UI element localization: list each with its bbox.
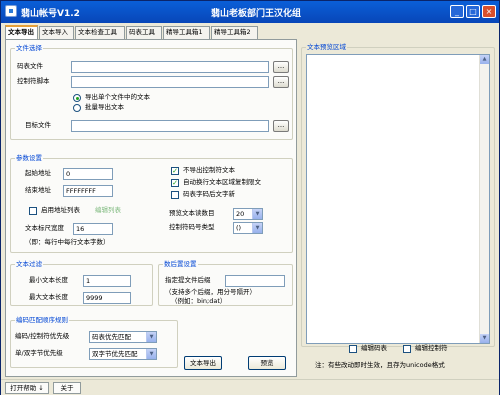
edit-control-checkbox[interactable] xyxy=(403,345,411,353)
open-help-button[interactable]: 打开帮助 ↓ xyxy=(5,382,49,394)
params-group: 参数设置 起始地址 0 结束地址 FFFFFFFF 启用地址列表 编辑列表 文本… xyxy=(10,154,293,253)
ext-label: 指定提文件后缀 xyxy=(165,276,211,284)
max-len-input[interactable]: 9999 xyxy=(83,292,131,304)
control-type-value: () xyxy=(236,224,242,232)
postprocess-group: 数后置设置 指定提文件后缀 （支持多个后缀，用分号隔开） （例如：bin;dat… xyxy=(158,260,293,306)
priority-legend: 编码匹配顺序规则 xyxy=(15,316,69,324)
postprocess-legend: 数后置设置 xyxy=(163,260,198,268)
preview-legend: 文本预览区域 xyxy=(306,43,347,51)
preview-scrollbar[interactable]: ▲ ▼ xyxy=(479,55,489,343)
start-addr-label: 起始地址 xyxy=(25,169,51,177)
chevron-down-icon: ▼ xyxy=(252,209,262,219)
preview-textarea[interactable]: ▲ ▼ xyxy=(306,54,490,344)
edit-control-label: 编辑控制符 xyxy=(415,344,448,352)
autowrap-checkbox[interactable]: ✓ xyxy=(171,179,179,187)
target-file-input[interactable] xyxy=(71,120,269,132)
scroll-up-icon[interactable]: ▲ xyxy=(480,55,489,64)
close-button[interactable]: × xyxy=(482,5,496,18)
ext-example: （例如：bin;dat） xyxy=(171,297,227,305)
end-addr-input[interactable]: FFFFFFFF xyxy=(63,185,113,197)
control-script-input[interactable] xyxy=(71,76,269,88)
codetable-browse-button[interactable]: ... xyxy=(273,61,289,73)
status-bar: 打开帮助 ↓ 关于 xyxy=(1,379,499,395)
app-icon xyxy=(5,5,17,17)
tab-toolbox-2[interactable]: 精导工具箱2 xyxy=(211,26,258,39)
chevron-down-icon: ▼ xyxy=(252,223,262,233)
tab-text-export[interactable]: 文本导出 xyxy=(5,25,38,39)
addr-list-checkbox[interactable] xyxy=(29,207,37,215)
preview-button[interactable]: 预览 xyxy=(248,356,286,370)
preview-pane: 文本预览区域 ▲ ▼ 编辑码表 编辑控制符 注：有些改动即时生效，且存为unic… xyxy=(301,39,497,377)
priority-row2-value: 双字节优先匹配 xyxy=(92,350,138,358)
radio-single-file-label: 导出单个文件中的文本 xyxy=(85,93,150,101)
app-window: 翡山帐号V1.2 翡山老板部门王汉化组 _ □ × 文本导出 文本导入 文本检查… xyxy=(0,0,500,395)
target-file-label: 目标文件 xyxy=(25,121,51,129)
radio-single-file[interactable] xyxy=(73,94,81,102)
text-filter-group: 文本过滤 最小文本长度 1 最大文本长度 9999 xyxy=(10,260,153,306)
tab-codetable-tools[interactable]: 码表工具 xyxy=(126,26,162,39)
export-panel: 文件选择 码表文件 ... 控制符脚本 ... 导出单个文件中的文本 批量导出文… xyxy=(5,39,297,377)
target-file-browse-button[interactable]: ... xyxy=(273,120,289,132)
about-button[interactable]: 关于 xyxy=(53,382,81,394)
preview-note: 注：有些改动即时生效，且存为unicode格式 xyxy=(315,361,445,369)
preview-count-value: 20 xyxy=(236,210,245,218)
priority-row2-label: 单/双字节优先级 xyxy=(15,349,63,357)
control-type-select[interactable]: () ▼ xyxy=(233,222,263,234)
end-addr-label: 结束地址 xyxy=(25,186,51,194)
chevron-down-icon: ▼ xyxy=(146,332,156,342)
codetable-input[interactable] xyxy=(71,61,269,73)
minimize-button[interactable]: _ xyxy=(450,5,464,18)
title-bar[interactable]: 翡山帐号V1.2 翡山老板部门王汉化组 _ □ × xyxy=(1,1,499,23)
encoding-label: 码表字码后文字新 xyxy=(183,190,235,198)
scroll-down-icon[interactable]: ▼ xyxy=(480,334,489,343)
priority-row1-value: 码表优先匹配 xyxy=(92,333,131,341)
chevron-down-icon: ▼ xyxy=(146,349,156,359)
window-title: 翡山帐号V1.2 xyxy=(21,9,80,19)
tab-text-import[interactable]: 文本导入 xyxy=(39,26,74,39)
no-export-control-checkbox[interactable]: ✓ xyxy=(171,167,179,175)
ruler-width-note: （即：每行中每行文本字数） xyxy=(25,238,110,246)
codetable-label: 码表文件 xyxy=(17,62,43,70)
window-subtitle: 翡山老板部门王汉化组 xyxy=(211,9,302,19)
addr-list-label: 启用地址列表 xyxy=(41,206,80,214)
file-select-legend: 文件选择 xyxy=(15,44,43,52)
export-button[interactable]: 文本导出 xyxy=(184,356,222,370)
preview-group: 文本预览区域 ▲ ▼ xyxy=(301,43,495,347)
control-script-label: 控制符脚本 xyxy=(17,77,50,85)
tab-text-check[interactable]: 文本检查工具 xyxy=(75,26,125,39)
maximize-button[interactable]: □ xyxy=(466,5,480,18)
text-filter-legend: 文本过滤 xyxy=(15,260,43,268)
edit-codetable-checkbox[interactable] xyxy=(349,345,357,353)
min-len-label: 最小文本长度 xyxy=(29,276,68,284)
priority-row1-label: 编码/控制符优先级 xyxy=(15,332,70,340)
max-len-label: 最大文本长度 xyxy=(29,293,68,301)
control-type-label: 控制符码号类型 xyxy=(169,223,215,231)
min-len-input[interactable]: 1 xyxy=(83,275,131,287)
start-addr-input[interactable]: 0 xyxy=(63,168,113,180)
file-select-group: 文件选择 码表文件 ... 控制符脚本 ... 导出单个文件中的文本 批量导出文… xyxy=(10,44,293,140)
ruler-width-label: 文本标尺宽度 xyxy=(25,224,64,232)
tab-toolbox-1[interactable]: 精导工具箱1 xyxy=(163,26,210,39)
preview-count-select[interactable]: 20 ▼ xyxy=(233,208,263,220)
radio-batch-export[interactable] xyxy=(73,104,81,112)
control-script-browse-button[interactable]: ... xyxy=(273,76,289,88)
edit-list-link[interactable]: 编辑列表 xyxy=(95,206,121,215)
ext-input[interactable] xyxy=(225,275,285,287)
priority-group: 编码匹配顺序规则 编码/控制符优先级 码表优先匹配 ▼ 单/双字节优先级 双字节… xyxy=(10,316,178,368)
autowrap-label: 自动换行文本区域复制限文 xyxy=(183,178,261,186)
radio-batch-export-label: 批量导出文本 xyxy=(85,103,124,111)
preview-count-label: 预览文本读数目 xyxy=(169,209,215,217)
no-export-control-label: 不导出控制符文本 xyxy=(183,166,235,174)
priority-row2-select[interactable]: 双字节优先匹配 ▼ xyxy=(89,348,157,360)
edit-codetable-label: 编辑码表 xyxy=(361,344,387,352)
params-legend: 参数设置 xyxy=(15,154,43,162)
ruler-width-input[interactable]: 16 xyxy=(73,223,113,235)
priority-row1-select[interactable]: 码表优先匹配 ▼ xyxy=(89,331,157,343)
ext-hint: （支持多个后缀，用分号隔开） xyxy=(165,288,256,296)
encoding-checkbox[interactable] xyxy=(171,191,179,199)
